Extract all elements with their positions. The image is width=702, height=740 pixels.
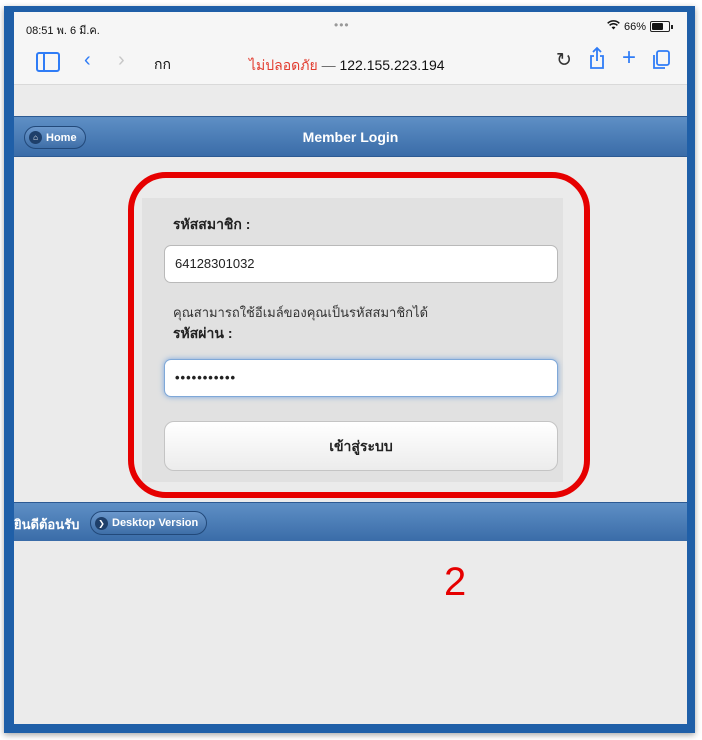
welcome-text: ยินดีต้อนรับ [14,517,80,532]
screenshot-frame: 08:51 พ. 6 มี.ค. ••• 66% ‹ › กก ไม่ปลอดภ… [4,6,695,733]
browser-toolbar: ‹ › กก ไม่ปลอดภัย — 122.155.223.194 ↻ + [14,38,687,85]
page-title: Member Login [302,129,399,145]
insecure-label: ไม่ปลอดภัย [249,57,318,73]
step-number: 2 [444,560,467,604]
share-icon[interactable] [588,46,606,75]
multitask-dots[interactable]: ••• [334,18,350,32]
status-time: 08:51 พ. 6 มี.ค. [26,25,100,37]
page-body [14,541,687,724]
chevron-right-icon: ❯ [95,516,108,530]
desktop-version-label: Desktop Version [112,517,199,529]
desktop-version-button[interactable]: ❯ Desktop Version [90,511,208,535]
battery-icon [650,21,670,32]
sidebar-icon[interactable] [36,52,60,72]
device-screen: 08:51 พ. 6 มี.ค. ••• 66% ‹ › กก ไม่ปลอดภ… [14,12,687,724]
battery-percent: 66% [623,20,646,33]
battery-tip [671,24,673,29]
text-size-button[interactable]: กก [154,54,171,76]
address-separator: — [321,57,336,73]
address-host: 122.155.223.194 [339,57,445,73]
status-right: 66% [607,20,673,33]
wifi-icon [607,20,620,33]
new-tab-icon[interactable]: + [622,46,636,70]
back-icon[interactable]: ‹ [84,49,91,71]
page-header: ⌂ Home Member Login [14,116,687,157]
reload-icon[interactable]: ↻ [556,49,572,72]
status-bar: 08:51 พ. 6 มี.ค. ••• 66% [14,12,687,38]
tabs-icon[interactable] [652,50,670,75]
page-footer: ยินดีต้อนรับ ❯ Desktop Version [14,502,687,542]
annotation-highlight [128,172,590,498]
address-bar[interactable]: ไม่ปลอดภัย — 122.155.223.194 [249,55,445,77]
forward-icon[interactable]: › [118,49,125,71]
